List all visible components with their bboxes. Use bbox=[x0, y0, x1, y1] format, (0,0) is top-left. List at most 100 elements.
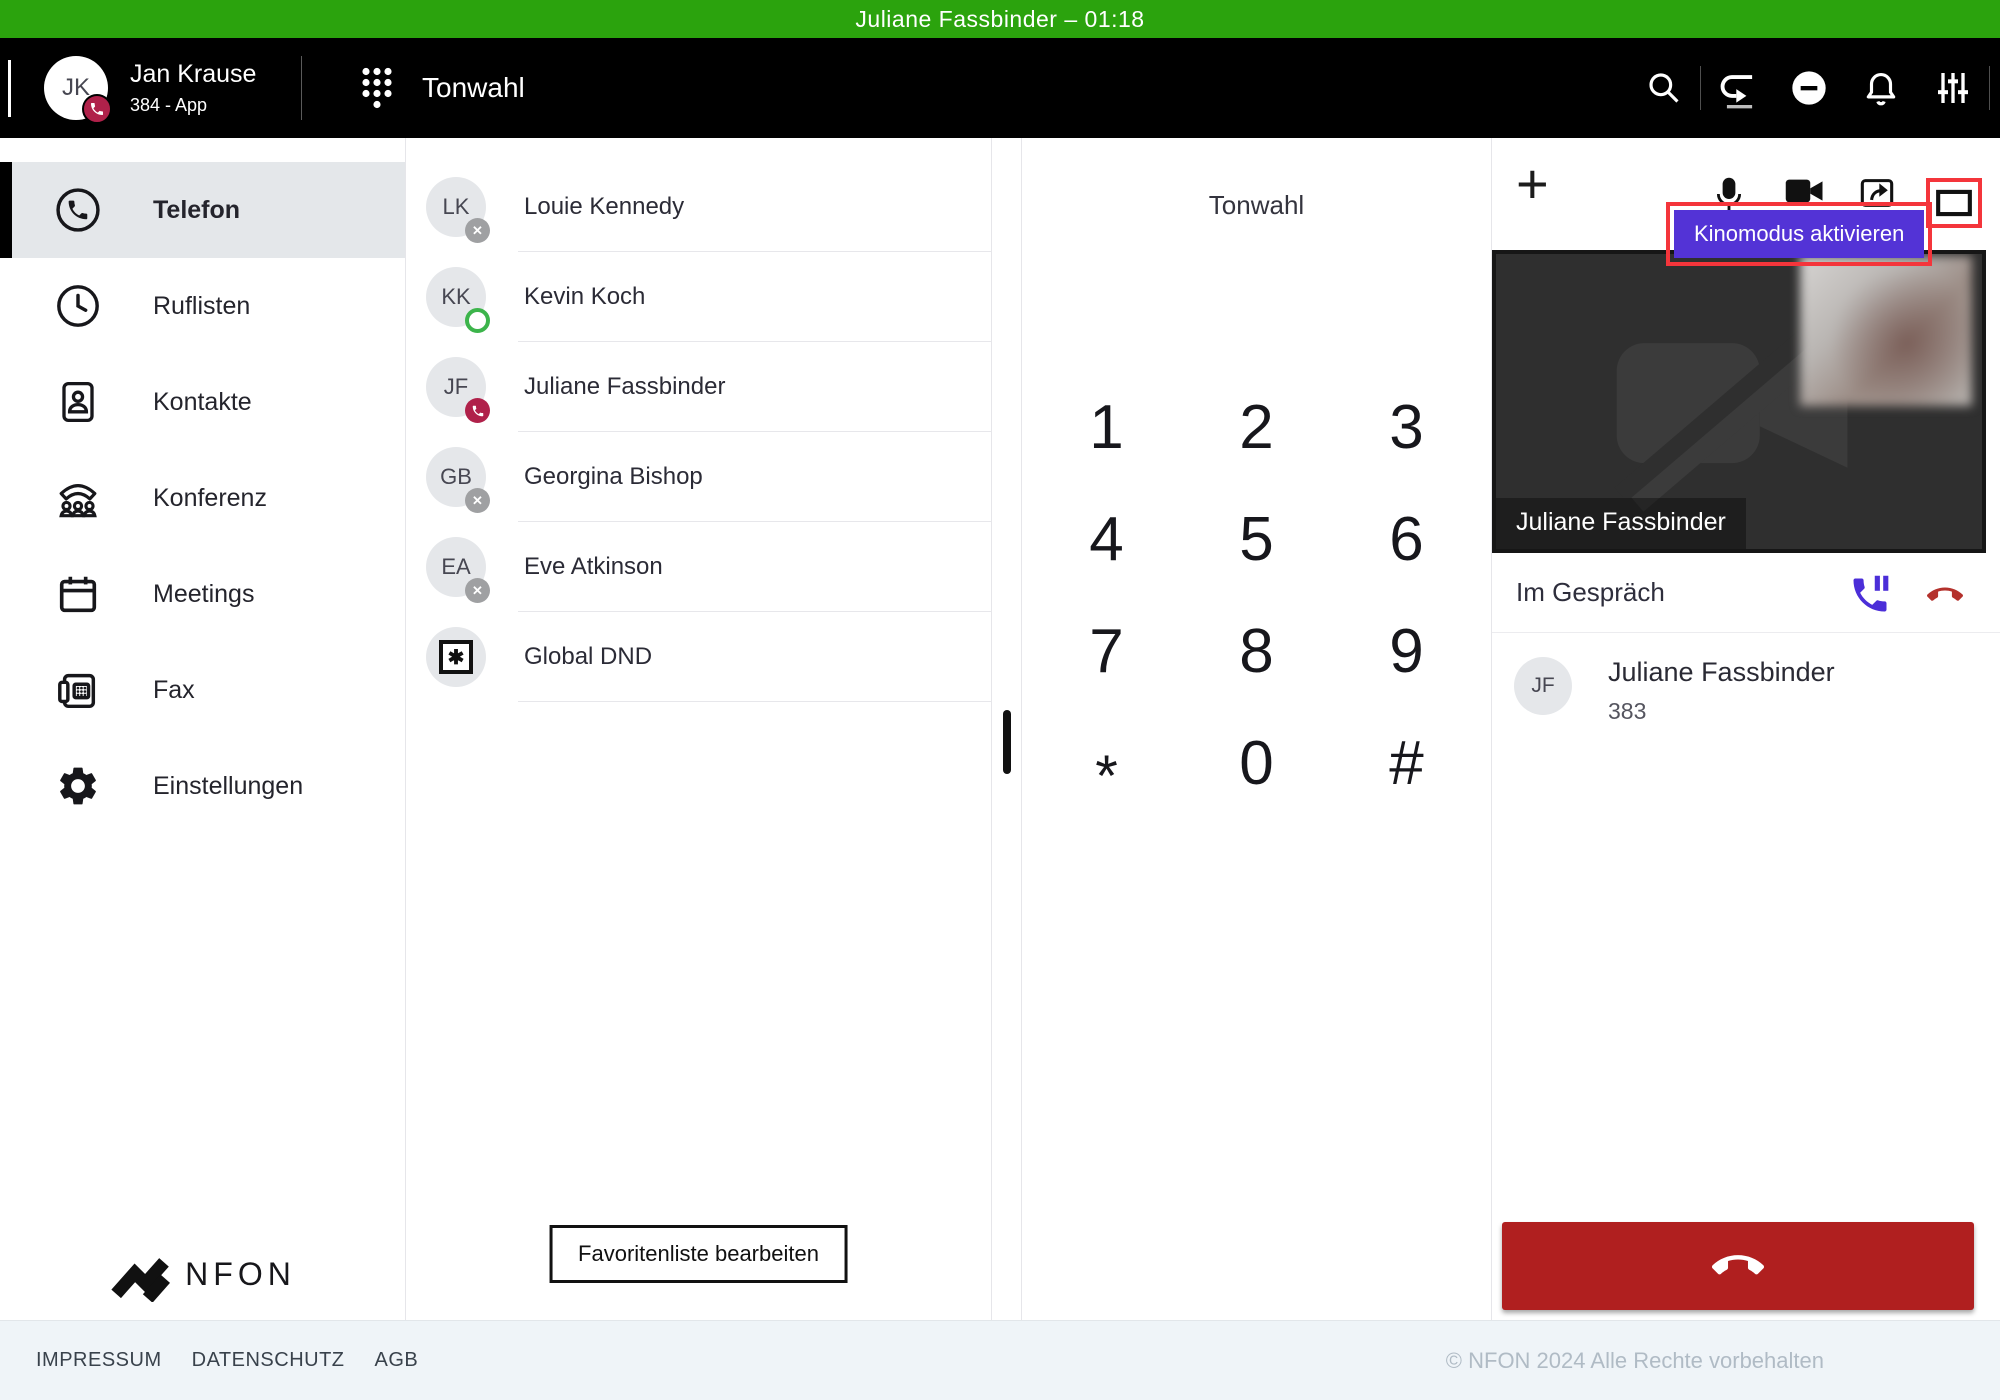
avatar: JK bbox=[44, 56, 108, 120]
avatar-initials: LK bbox=[443, 194, 470, 220]
active-call-panel: + Kinomodus aktivieren bbox=[1492, 138, 2000, 1320]
favorite-georgina-bishop[interactable]: GB Georgina Bishop bbox=[406, 432, 991, 522]
dialpad-title: Tonwahl bbox=[1022, 190, 1491, 221]
copyright-text: © NFON 2024 Alle Rechte vorbehalten bbox=[1446, 1348, 1824, 1374]
cinema-mode-button[interactable] bbox=[1935, 188, 1973, 218]
dialpad-key-1[interactable]: 1 bbox=[1032, 371, 1182, 483]
phone-icon bbox=[471, 404, 485, 418]
header-actions bbox=[1628, 58, 1990, 118]
favorite-louie-kennedy[interactable]: LK Louie Kennedy bbox=[406, 162, 991, 252]
dialpad-key-9[interactable]: 9 bbox=[1332, 595, 1482, 707]
add-call-button[interactable]: + bbox=[1516, 156, 1549, 212]
favorite-juliane-fassbinder[interactable]: JF Juliane Fassbinder bbox=[406, 342, 991, 432]
user-status-badge bbox=[82, 94, 112, 124]
favorites-list: LK Louie Kennedy KK Kevin Koch JF bbox=[406, 138, 992, 1320]
avatar-initials: EA bbox=[441, 554, 470, 580]
sidebar-item-konferenz[interactable]: Konferenz bbox=[0, 450, 405, 546]
favorite-name: Georgina Bishop bbox=[524, 463, 703, 491]
header-divider bbox=[301, 56, 302, 120]
remote-participant-name: Juliane Fassbinder bbox=[1496, 498, 1746, 549]
participant-info: Juliane Fassbinder 383 bbox=[1608, 657, 1835, 725]
fax-machine-icon bbox=[55, 667, 101, 713]
hangup-small-button[interactable] bbox=[1924, 577, 1966, 618]
dialpad-key-0[interactable]: 0 bbox=[1182, 707, 1332, 819]
column-resize-handle[interactable] bbox=[1003, 710, 1011, 774]
column-gap bbox=[992, 138, 1022, 1320]
page-title: Tonwahl bbox=[422, 72, 525, 104]
status-badge-dnd bbox=[465, 578, 490, 603]
call-controls: + Kinomodus aktivieren bbox=[1492, 138, 2000, 250]
footer-link-datenschutz[interactable]: DATENSCHUTZ bbox=[192, 1349, 345, 1372]
favorite-name: Eve Atkinson bbox=[524, 553, 663, 581]
dnd-toggle-button[interactable] bbox=[1773, 58, 1845, 118]
favorite-global-dnd[interactable]: Global DND bbox=[406, 612, 991, 702]
favorite-kevin-koch[interactable]: KK Kevin Koch bbox=[406, 252, 991, 342]
sidebar-item-ruflisten[interactable]: Ruflisten bbox=[0, 258, 405, 354]
view-title-block: Tonwahl bbox=[360, 66, 525, 110]
gear-icon bbox=[55, 763, 101, 809]
avatar-initials: KK bbox=[441, 284, 470, 310]
header-actions-divider-end bbox=[1989, 66, 1990, 110]
footer-link-impressum[interactable]: IMPRESSUM bbox=[36, 1349, 162, 1372]
dialpad-key-3[interactable]: 3 bbox=[1332, 371, 1482, 483]
call-participant-row[interactable]: JF Juliane Fassbinder 383 bbox=[1492, 657, 2000, 725]
sidebar-item-label: Meetings bbox=[153, 580, 254, 609]
user-name: Jan Krause bbox=[130, 60, 256, 89]
dialpad-key-6[interactable]: 6 bbox=[1332, 483, 1482, 595]
sidebar-item-meetings[interactable]: Meetings bbox=[0, 546, 405, 642]
hangup-call-button[interactable] bbox=[1502, 1222, 1974, 1310]
main-content: Telefon Ruflisten Kontakte Konferenz bbox=[0, 138, 2000, 1320]
phone-icon bbox=[89, 101, 105, 117]
header-accent-line bbox=[8, 60, 11, 117]
active-call-banner[interactable]: Juliane Fassbinder – 01:18 bbox=[0, 0, 2000, 38]
sidebar-item-kontakte[interactable]: Kontakte bbox=[0, 354, 405, 450]
participant-name: Juliane Fassbinder bbox=[1608, 657, 1835, 688]
nfon-logo-mark bbox=[109, 1246, 171, 1302]
dialpad-key-4[interactable]: 4 bbox=[1032, 483, 1182, 595]
user-info: Jan Krause 384 - App bbox=[130, 60, 256, 116]
bell-icon bbox=[1862, 69, 1900, 107]
favorite-name: Global DND bbox=[524, 643, 652, 671]
dialpad-key-7[interactable]: 7 bbox=[1032, 595, 1182, 707]
dialpad-key-2[interactable]: 2 bbox=[1182, 371, 1332, 483]
avatar: JF bbox=[1514, 657, 1572, 715]
active-call-banner-text: Juliane Fassbinder – 01:18 bbox=[855, 6, 1144, 33]
favorite-eve-atkinson[interactable]: EA Eve Atkinson bbox=[406, 522, 991, 612]
avatar: EA bbox=[426, 537, 486, 597]
user-profile[interactable]: JK Jan Krause 384 - App bbox=[44, 56, 279, 120]
edit-favorites-button[interactable]: Favoritenliste bearbeiten bbox=[549, 1225, 848, 1283]
sidebar-item-label: Kontakte bbox=[153, 388, 252, 417]
sidebar-item-telefon[interactable]: Telefon bbox=[0, 162, 405, 258]
hangup-icon bbox=[1707, 1240, 1769, 1292]
sidebar-item-label: Ruflisten bbox=[153, 292, 250, 321]
dialpad-key-5[interactable]: 5 bbox=[1182, 483, 1332, 595]
dialpad-key-8[interactable]: 8 bbox=[1182, 595, 1332, 707]
remote-video[interactable]: Juliane Fassbinder bbox=[1492, 250, 1986, 553]
call-status-text: Im Gespräch bbox=[1516, 577, 1665, 608]
sidebar-item-fax[interactable]: Fax bbox=[0, 642, 405, 738]
search-icon bbox=[1645, 69, 1683, 107]
app-footer: IMPRESSUM DATENSCHUTZ AGB © NFON 2024 Al… bbox=[0, 1320, 2000, 1400]
footer-links: IMPRESSUM DATENSCHUTZ AGB bbox=[36, 1349, 418, 1372]
audio-settings-button[interactable] bbox=[1917, 58, 1989, 118]
call-pull-icon bbox=[1715, 67, 1759, 109]
search-button[interactable] bbox=[1628, 58, 1700, 118]
user-extension: 384 - App bbox=[130, 95, 256, 116]
cinema-mode-tooltip: Kinomodus aktivieren bbox=[1674, 210, 1924, 258]
notifications-button[interactable] bbox=[1845, 58, 1917, 118]
tooltip-annotation: Kinomodus aktivieren bbox=[1666, 202, 1932, 266]
call-pull-button[interactable] bbox=[1701, 58, 1773, 118]
softphone-app: Juliane Fassbinder – 01:18 JK Jan Krause… bbox=[0, 0, 2000, 1400]
hold-call-button[interactable] bbox=[1848, 573, 1892, 622]
status-badge-available bbox=[465, 308, 490, 333]
footer-link-agb[interactable]: AGB bbox=[375, 1349, 419, 1372]
avatar: JF bbox=[426, 357, 486, 417]
sidebar-item-einstellungen[interactable]: Einstellungen bbox=[0, 738, 405, 834]
dialpad-key-hash[interactable]: # bbox=[1332, 707, 1482, 819]
favorite-name: Juliane Fassbinder bbox=[524, 373, 725, 401]
phone-circle-icon bbox=[55, 187, 101, 233]
self-video-preview[interactable] bbox=[1800, 256, 1972, 406]
calendar-icon bbox=[55, 571, 101, 617]
dialpad-key-star[interactable]: * bbox=[1032, 707, 1182, 819]
dialpad-keys: 1 2 3 4 5 6 7 8 9 * 0 # bbox=[1032, 371, 1482, 819]
